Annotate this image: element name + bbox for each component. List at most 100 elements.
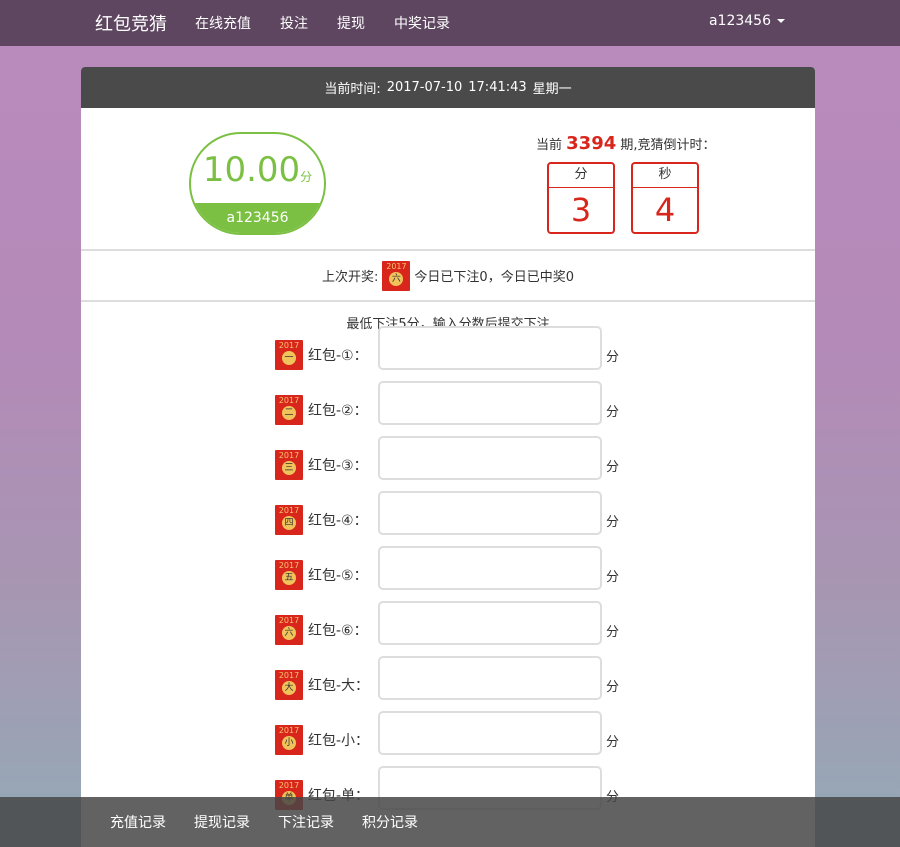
user-menu-name: a123456 xyxy=(708,13,771,29)
countdown-minutes-label: 分 xyxy=(549,164,613,188)
envelope-glyph: 三 xyxy=(282,461,296,475)
current-date: 2017-07-10 xyxy=(386,80,463,95)
bet-unit: 分 xyxy=(606,625,620,640)
recharge-records-link[interactable]: 充值记录 xyxy=(110,812,166,832)
bet-amount-input[interactable] xyxy=(378,326,602,370)
envelope-glyph: 五 xyxy=(282,571,296,585)
bet-unit: 分 xyxy=(606,735,620,750)
current-time: 17:41:43 xyxy=(468,80,527,95)
bet-amount-input[interactable] xyxy=(378,381,602,425)
bet-row: 2017 一红包-①： 分 xyxy=(81,326,815,381)
envelope-year: 2017 xyxy=(386,261,407,271)
envelope-glyph: 二 xyxy=(282,406,296,420)
red-envelope-icon: 2017 六 xyxy=(275,615,303,645)
status-section: 10.00分 a123456 当前 3394 期,竞猜倒计时： 分 3 秒 4 xyxy=(81,108,815,251)
envelope-year: 2017 xyxy=(278,726,300,735)
user-menu[interactable]: a123456 xyxy=(709,13,785,29)
bet-amount-input[interactable] xyxy=(378,656,602,700)
envelope-year: 2017 xyxy=(278,341,300,350)
period-number: 3394 xyxy=(566,133,617,154)
envelope-year: 2017 xyxy=(278,506,300,515)
withdraw-records-link[interactable]: 提现记录 xyxy=(194,812,250,832)
red-envelope-icon: 2017 三 xyxy=(275,450,303,480)
bet-row: 2017 五红包-⑤： 分 xyxy=(81,546,815,601)
envelope-year: 2017 xyxy=(278,561,300,570)
main-panel: 当前时间: 2017-07-10 17:41:43 星期一 10.00分 a12… xyxy=(81,67,815,847)
bet-amount-input[interactable] xyxy=(378,436,602,480)
top-navbar: 红包竞猜 在线充值 投注 提现 中奖记录 a123456 xyxy=(0,0,900,46)
last-draw-summary: 今日已下注0，今日已中奖0 xyxy=(414,270,574,285)
bet-unit: 分 xyxy=(606,515,620,530)
time-label: 当前时间: xyxy=(324,82,381,97)
red-envelope-icon: 2017 六 xyxy=(382,260,411,291)
bet-row: 2017 六红包-⑥： 分 xyxy=(81,601,815,656)
score-value: 10.00分 xyxy=(191,150,324,190)
envelope-year: 2017 xyxy=(278,616,300,625)
nav-link-recharge[interactable]: 在线充值 xyxy=(195,13,251,33)
nav-link-withdraw[interactable]: 提现 xyxy=(337,13,365,33)
caret-down-icon xyxy=(777,19,785,23)
last-draw-row: 上次开奖: 2017 六 今日已下注0，今日已中奖0 xyxy=(81,251,815,302)
bet-label: 红包-④： xyxy=(308,513,368,529)
points-records-link[interactable]: 积分记录 xyxy=(362,812,418,832)
bet-label: 红包-小： xyxy=(308,733,370,749)
nav-link-win-records[interactable]: 中奖记录 xyxy=(394,13,450,33)
envelope-year: 2017 xyxy=(278,451,300,460)
score-badge: 10.00分 a123456 xyxy=(189,132,326,235)
bet-amount-input[interactable] xyxy=(378,491,602,535)
bet-label: 红包-⑥： xyxy=(308,623,368,639)
bet-unit: 分 xyxy=(606,350,620,365)
period-info: 当前 3394 期,竞猜倒计时： xyxy=(536,133,716,154)
period-prefix: 当前 xyxy=(536,138,563,153)
bet-row: 2017 小红包-小： 分 xyxy=(81,711,815,766)
bet-row: 2017 大红包-大： 分 xyxy=(81,656,815,711)
bet-unit: 分 xyxy=(606,405,620,420)
score-number: 10.00 xyxy=(202,150,301,190)
envelope-year: 2017 xyxy=(278,781,300,790)
bet-amount-input[interactable] xyxy=(378,601,602,645)
bet-unit: 分 xyxy=(606,460,620,475)
countdown-minutes: 分 3 xyxy=(547,162,615,234)
red-envelope-icon: 2017 小 xyxy=(275,725,303,755)
current-time-header: 当前时间: 2017-07-10 17:41:43 星期一 xyxy=(81,67,815,108)
envelope-glyph: 四 xyxy=(282,516,296,530)
bet-row: 2017 三红包-③： 分 xyxy=(81,436,815,491)
bet-records-link[interactable]: 下注记录 xyxy=(278,812,334,832)
envelope-glyph: 一 xyxy=(282,351,296,365)
envelope-glyph: 小 xyxy=(282,736,296,750)
last-draw-label: 上次开奖: xyxy=(322,270,379,285)
envelope-glyph: 六 xyxy=(282,626,296,640)
envelope-year: 2017 xyxy=(278,396,300,405)
bet-form: 最低下注5分，输入分数后提交下注 2017 一红包-①：分 2017 二红包-②：分 2… xyxy=(81,302,815,810)
countdown-seconds-value: 4 xyxy=(654,191,676,229)
envelope-glyph: 大 xyxy=(282,681,296,695)
red-envelope-icon: 2017 大 xyxy=(275,670,303,700)
bet-label: 红包-③： xyxy=(308,458,368,474)
score-username: a123456 xyxy=(191,203,324,233)
red-envelope-icon: 2017 五 xyxy=(275,560,303,590)
period-suffix: 期,竞猜倒计时： xyxy=(620,138,716,153)
red-envelope-icon: 2017 二 xyxy=(275,395,303,425)
bet-unit: 分 xyxy=(606,680,620,695)
nav-link-bet[interactable]: 投注 xyxy=(280,13,308,33)
bet-label: 红包-⑤： xyxy=(308,568,368,584)
bet-amount-input[interactable] xyxy=(378,546,602,590)
red-envelope-icon: 2017 一 xyxy=(275,340,303,370)
bottom-bar: 充值记录 提现记录 下注记录 积分记录 xyxy=(0,797,900,847)
bet-label: 红包-①： xyxy=(308,348,368,364)
brand-title[interactable]: 红包竞猜 xyxy=(95,10,167,36)
bet-row: 2017 四红包-④： 分 xyxy=(81,491,815,546)
red-envelope-icon: 2017 四 xyxy=(275,505,303,535)
bet-label: 红包-大： xyxy=(308,678,370,694)
bet-row: 2017 二红包-②： 分 xyxy=(81,381,815,436)
score-unit: 分 xyxy=(300,170,313,184)
countdown-seconds: 秒 4 xyxy=(631,162,699,234)
current-weekday: 星期一 xyxy=(532,82,572,97)
bet-amount-input[interactable] xyxy=(378,711,602,755)
bet-unit: 分 xyxy=(606,570,620,585)
countdown-minutes-value: 3 xyxy=(570,191,592,229)
countdown-seconds-label: 秒 xyxy=(633,164,697,188)
bet-label: 红包-②： xyxy=(308,403,368,419)
envelope-year: 2017 xyxy=(278,671,300,680)
envelope-glyph: 六 xyxy=(389,271,404,286)
